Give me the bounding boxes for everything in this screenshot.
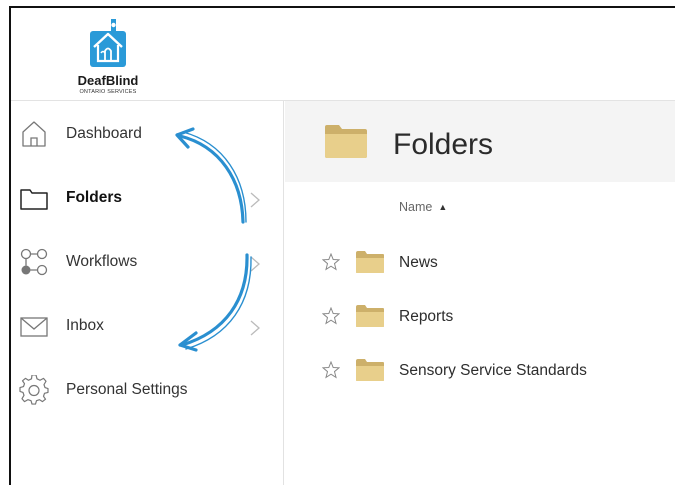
gear-icon [19,375,49,405]
envelope-icon [20,317,48,337]
page-header: Folders [285,101,675,182]
deafblind-logo-icon [90,19,126,67]
column-header-name[interactable]: Name ▲ [399,200,447,214]
sort-ascending-icon: ▲ [438,202,448,212]
sidebar-item-personal-settings[interactable]: Personal Settings [11,359,283,419]
list-item[interactable]: Reports [285,297,675,341]
sidebar-item-label: Folders [66,189,122,206]
chevron-right-icon[interactable] [249,255,261,273]
brand-name: DeafBlind [77,73,139,88]
folder-icon [356,359,384,381]
brand-logo[interactable]: DeafBlind ONTARIO SERVICES [63,17,153,103]
home-icon [22,121,46,147]
sidebar-item-dashboard[interactable]: Dashboard [11,103,283,163]
chevron-right-icon[interactable] [249,319,261,337]
folder-icon [356,251,384,273]
sidebar-item-label: Personal Settings [66,381,188,398]
app-frame: DeafBlind ONTARIO SERVICES Dashboard Fol… [0,0,675,485]
workflow-icon [20,248,48,276]
sidebar-item-folders[interactable]: Folders [11,167,283,227]
page-title: Folders [393,128,494,161]
chevron-right-icon[interactable] [249,191,261,209]
sidebar-item-workflows[interactable]: Workflows [11,231,283,291]
folder-name: Sensory Service Standards [399,362,587,379]
sidebar: Dashboard Folders Workflows Inbox Person… [11,101,284,485]
folder-outline-icon [20,189,48,210]
brand-subtitle: ONTARIO SERVICES [79,89,137,95]
folder-icon [325,125,367,158]
main-content: Folders Name ▲ News Reports Sensory Serv… [285,101,675,485]
list-item[interactable]: Sensory Service Standards [285,351,675,395]
folder-icon [356,305,384,327]
column-header-label: Name [399,200,433,214]
star-outline-icon[interactable] [322,361,340,379]
sidebar-item-inbox[interactable]: Inbox [11,295,283,355]
sidebar-item-label: Dashboard [66,125,142,142]
star-outline-icon[interactable] [322,307,340,325]
star-outline-icon[interactable] [322,253,340,271]
folder-name: News [399,254,438,271]
sidebar-item-label: Inbox [66,317,104,334]
sidebar-item-label: Workflows [66,253,138,270]
list-item[interactable]: News [285,243,675,287]
app-header: DeafBlind ONTARIO SERVICES [11,8,675,101]
folder-name: Reports [399,308,454,325]
